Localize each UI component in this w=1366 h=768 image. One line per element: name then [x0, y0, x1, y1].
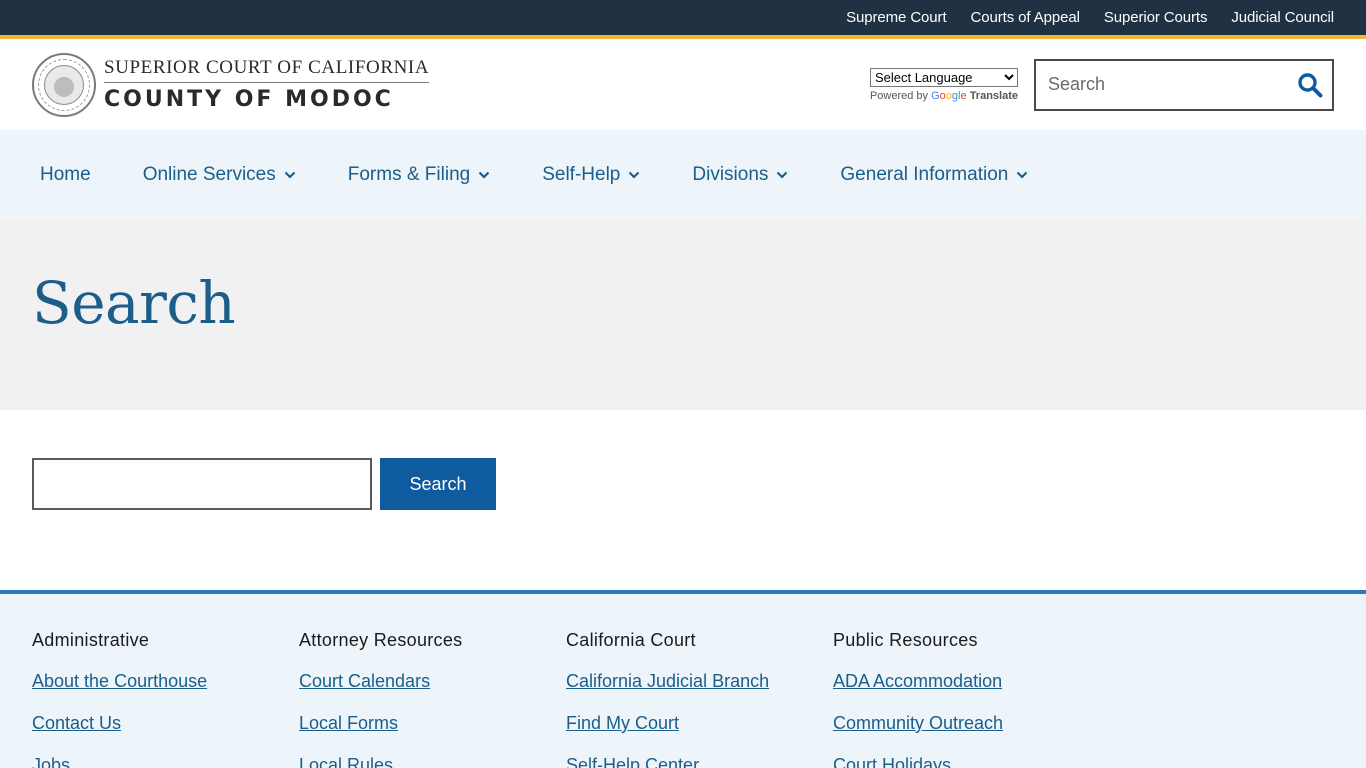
footer-heading: California Court	[566, 630, 696, 650]
powered-by-text: Powered by	[869, 89, 929, 102]
page-title: Search	[32, 269, 236, 337]
footer-link[interactable]: Court Calendars	[299, 671, 566, 692]
footer-link[interactable]: Jobs	[32, 755, 299, 768]
footer-link[interactable]: Contact Us	[32, 713, 299, 734]
footer-column-california-court: California Court California Judicial Bra…	[566, 630, 833, 768]
search-form: Search	[0, 410, 1366, 590]
search-input[interactable]	[32, 458, 372, 510]
chevron-down-icon	[628, 171, 640, 179]
translate-word: Translate	[969, 89, 1018, 102]
header-search-box	[1034, 58, 1334, 111]
topbar-link-judicial-council[interactable]: Judicial Council	[1231, 9, 1334, 26]
chevron-down-icon	[478, 171, 490, 179]
nav-label: Online Services	[142, 164, 276, 185]
search-submit-button[interactable]: Search	[380, 458, 496, 510]
footer-link[interactable]: Community Outreach	[833, 713, 1100, 734]
main-navigation: Home Online Services Forms & Filing Self…	[0, 130, 1366, 220]
nav-label: Divisions	[692, 164, 769, 185]
footer-heading: Administrative	[32, 630, 150, 650]
nav-item-online-services[interactable]: Online Services	[143, 164, 296, 186]
chevron-down-icon	[776, 171, 788, 179]
footer-heading: Public Resources	[833, 630, 978, 650]
topbar-link-supreme-court[interactable]: Supreme Court	[846, 9, 947, 26]
footer-link[interactable]: Find My Court	[566, 713, 833, 734]
nav-item-general-information[interactable]: General Information	[840, 164, 1028, 186]
topbar-link-courts-of-appeal[interactable]: Courts of Appeal	[971, 9, 1080, 26]
header-search-button[interactable]	[1288, 61, 1332, 109]
footer-column-public-resources: Public Resources ADA Accommodation Commu…	[833, 630, 1100, 768]
nav-label: Home	[40, 164, 91, 185]
footer-link[interactable]: ADA Accommodation	[833, 671, 1100, 692]
brand-logo-link[interactable]: SUPERIOR COURT OF CALIFORNIA COUNTY OF M…	[32, 52, 430, 117]
footer-link[interactable]: Local Forms	[299, 713, 566, 734]
brand-text: SUPERIOR COURT OF CALIFORNIA COUNTY OF M…	[104, 57, 430, 112]
language-select[interactable]: Select Language	[869, 67, 1018, 87]
nav-label: General Information	[840, 164, 1009, 185]
powered-by-google: Powered by Google Translate	[870, 90, 1018, 102]
site-header: SUPERIOR COURT OF CALIFORNIA COUNTY OF M…	[0, 39, 1366, 130]
nav-label: Self-Help	[542, 164, 621, 185]
brand-line-court: SUPERIOR COURT OF CALIFORNIA	[104, 57, 430, 83]
footer-heading: Attorney Resources	[299, 630, 463, 650]
nav-item-self-help[interactable]: Self-Help	[542, 164, 640, 186]
footer-link[interactable]: Court Holidays	[833, 755, 1100, 768]
footer-column-attorney-resources: Attorney Resources Court Calendars Local…	[299, 630, 566, 768]
footer-link[interactable]: Local Rules	[299, 755, 566, 768]
chevron-down-icon	[1016, 171, 1028, 179]
google-translate-widget: Select Language Powered by Google Transl…	[869, 67, 1018, 102]
court-seal-icon	[32, 52, 96, 117]
site-footer: Administrative About the Courthouse Cont…	[0, 590, 1366, 768]
nav-item-forms-filing[interactable]: Forms & Filing	[348, 164, 490, 186]
footer-column-administrative: Administrative About the Courthouse Cont…	[32, 630, 299, 768]
page-hero: Search	[0, 220, 1366, 410]
footer-link[interactable]: California Judicial Branch	[566, 671, 833, 692]
top-utility-bar: Supreme Court Courts of Appeal Superior …	[0, 0, 1366, 35]
google-logo-icon: Google	[931, 89, 967, 102]
chevron-down-icon	[284, 171, 296, 179]
nav-item-home[interactable]: Home	[40, 164, 91, 186]
header-tools: Select Language Powered by Google Transl…	[869, 58, 1334, 111]
topbar-link-superior-courts[interactable]: Superior Courts	[1104, 9, 1208, 26]
nav-label: Forms & Filing	[347, 164, 471, 185]
brand-line-county: COUNTY OF MODOC	[104, 87, 394, 112]
footer-link[interactable]: Self-Help Center	[566, 755, 833, 768]
footer-link[interactable]: About the Courthouse	[32, 671, 299, 692]
nav-item-divisions[interactable]: Divisions	[692, 164, 788, 186]
search-icon	[1298, 72, 1323, 97]
header-search-input[interactable]	[1048, 74, 1288, 95]
